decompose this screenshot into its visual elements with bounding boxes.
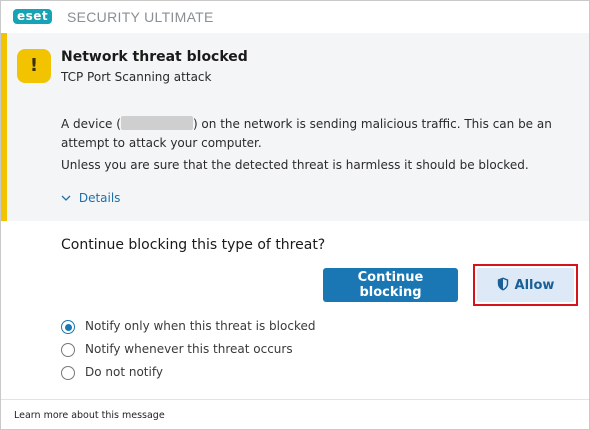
learn-more-link[interactable]: Learn more about this message — [14, 410, 165, 421]
notify-option-label: Notify whenever this threat occurs — [85, 342, 293, 356]
details-label: Details — [78, 191, 121, 205]
details-toggle[interactable]: Details — [61, 191, 120, 205]
alert-description: A device () on the network is sending ma… — [61, 115, 561, 153]
alert-panel: ! Network threat blocked TCP Port Scanni… — [1, 33, 589, 221]
redacted-device-address — [120, 116, 193, 130]
footer: Learn more about this message — [1, 399, 589, 430]
warning-icon: ! — [17, 49, 51, 83]
radio-button[interactable] — [61, 343, 75, 357]
alert-subtitle: TCP Port Scanning attack — [61, 70, 212, 84]
blocking-question: Continue blocking this type of threat? — [61, 237, 326, 253]
notify-option-label: Notify only when this threat is blocked — [85, 319, 316, 333]
allow-button[interactable]: Allow — [477, 268, 574, 302]
eset-alert-window: eset SECURITY ULTIMATE ! Network threat … — [0, 0, 590, 430]
notify-option-label: Do not notify — [85, 365, 163, 379]
alert-title: Network threat blocked — [61, 49, 248, 65]
description-prefix: A device ( — [61, 117, 121, 131]
radio-button[interactable] — [61, 366, 75, 380]
allow-label: Allow — [514, 278, 555, 293]
chevron-down-icon — [61, 192, 75, 205]
eset-logo: eset — [13, 9, 53, 24]
continue-blocking-button[interactable]: Continue blocking — [323, 268, 458, 302]
titlebar: eset SECURITY ULTIMATE — [1, 1, 589, 33]
shield-icon — [497, 277, 508, 291]
radio-button[interactable] — [61, 320, 75, 334]
exclamation-icon: ! — [29, 55, 39, 76]
product-name: SECURITY ULTIMATE — [67, 9, 214, 25]
alert-recommendation: Unless you are sure that the detected th… — [61, 158, 529, 172]
